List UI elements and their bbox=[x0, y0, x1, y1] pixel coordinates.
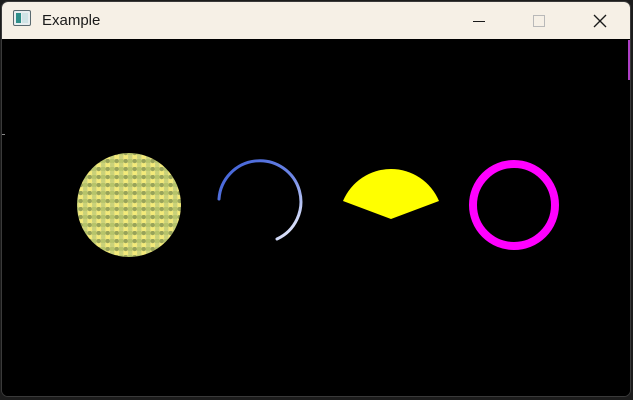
gradient-arc bbox=[217, 159, 303, 241]
minimize-icon bbox=[473, 20, 485, 22]
drawing-canvas bbox=[2, 39, 630, 396]
window-edge-accent bbox=[628, 40, 630, 80]
magenta-ring bbox=[469, 160, 559, 250]
close-button[interactable] bbox=[577, 2, 623, 39]
shapes-canvas bbox=[77, 153, 559, 257]
textured-circle bbox=[77, 153, 181, 257]
maximize-button[interactable] bbox=[516, 2, 562, 39]
window-app-icon bbox=[13, 10, 31, 26]
maximize-icon bbox=[533, 14, 545, 27]
minimize-button[interactable] bbox=[456, 2, 502, 39]
window-title: Example bbox=[42, 12, 101, 29]
app-window: Example bbox=[1, 1, 631, 397]
resize-edge-marker bbox=[2, 134, 5, 135]
close-icon bbox=[593, 14, 607, 27]
yellow-pie-slice bbox=[343, 168, 439, 219]
title-bar[interactable]: Example bbox=[2, 2, 630, 39]
